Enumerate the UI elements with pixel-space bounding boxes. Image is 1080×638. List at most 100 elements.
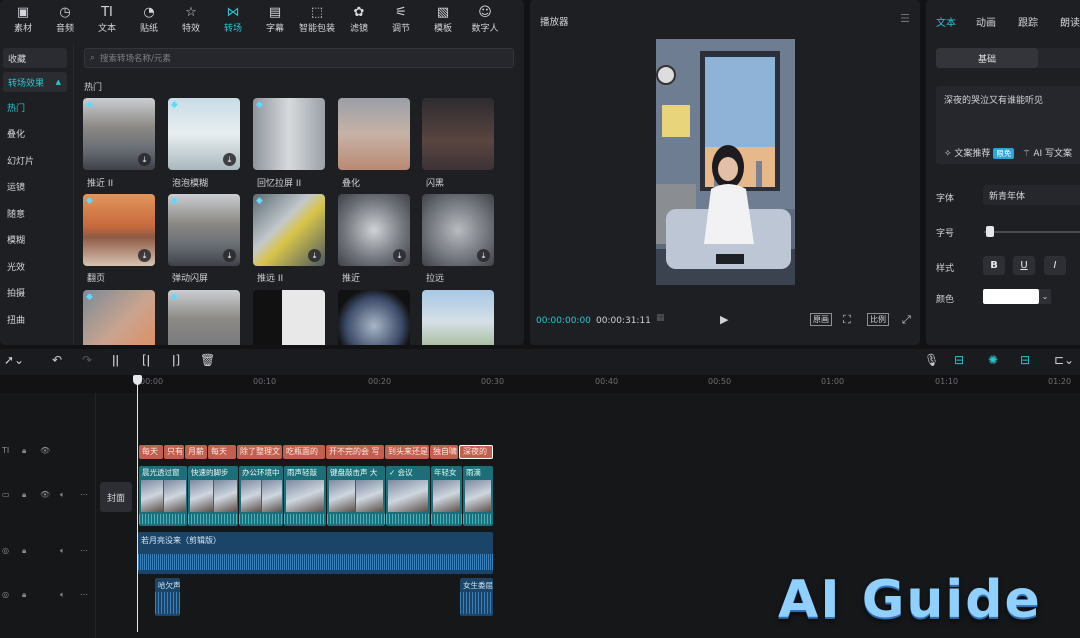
aspect-ratio-button[interactable]: 比例 bbox=[867, 313, 889, 326]
transition-card[interactable] bbox=[338, 290, 410, 345]
italic-button[interactable]: I bbox=[1044, 256, 1066, 275]
tab-text[interactable]: 文本 bbox=[936, 14, 956, 29]
playhead[interactable] bbox=[137, 377, 138, 632]
tab-secondary[interactable] bbox=[1038, 48, 1080, 68]
toolbar-item-digital-human[interactable]: ☺ 数字人 bbox=[464, 0, 506, 40]
speaker-icon[interactable]: 🔈︎ bbox=[60, 590, 65, 600]
size-slider-track[interactable] bbox=[984, 231, 1080, 233]
tab-tracking[interactable]: 跟踪 bbox=[1018, 14, 1038, 29]
grid-icon[interactable]: ▦ bbox=[656, 313, 665, 323]
toolbar-item-audio[interactable]: ◷ 音频 bbox=[44, 0, 86, 40]
transition-card[interactable]: ◆ ⤓ bbox=[168, 194, 240, 266]
sidebar-favorites[interactable]: 收藏 bbox=[3, 48, 67, 68]
transition-card[interactable]: ◆ ⤓ bbox=[83, 98, 155, 170]
download-icon[interactable]: ⤓ bbox=[393, 249, 406, 262]
search-input[interactable]: ⌕ 搜索转场名称/元素 bbox=[84, 48, 514, 68]
cover-button[interactable]: 封面 bbox=[100, 482, 132, 512]
undo-icon[interactable]: ↶ bbox=[52, 353, 62, 367]
fullscreen-icon[interactable]: ⤢ bbox=[902, 313, 911, 327]
sidebar-item-slideshow[interactable]: 幻灯片 bbox=[0, 147, 73, 174]
font-select[interactable]: 新青年体 bbox=[983, 185, 1080, 205]
playhead-handle[interactable] bbox=[133, 375, 142, 385]
original-quality-button[interactable]: 原画 bbox=[810, 313, 832, 326]
transition-card[interactable]: ◆ bbox=[83, 290, 155, 345]
video-clip[interactable]: ✓ 会议 bbox=[386, 466, 430, 526]
text-clip[interactable]: 到头来还是 bbox=[385, 445, 429, 459]
download-icon[interactable]: ⤓ bbox=[308, 249, 321, 262]
play-button[interactable]: ▶ bbox=[720, 313, 728, 326]
text-clip[interactable]: 除了整理文 bbox=[237, 445, 282, 459]
speaker-icon[interactable]: 🔈︎ bbox=[60, 546, 65, 556]
menu-icon[interactable]: ☰ bbox=[900, 12, 910, 25]
video-clip[interactable]: 晨光透过窗 bbox=[139, 466, 187, 526]
video-clip[interactable]: 办公环境中 bbox=[239, 466, 283, 526]
magnet-icon[interactable]: ✺ bbox=[988, 353, 998, 367]
text-clip[interactable]: 吃瓶面的 bbox=[283, 445, 325, 459]
download-icon[interactable]: ⤓ bbox=[138, 249, 151, 262]
video-clip[interactable]: 雨声轻敲 bbox=[284, 466, 326, 526]
transition-card[interactable]: ◆ ⤓ bbox=[253, 194, 325, 266]
select-tool-icon[interactable]: ➚⌄ bbox=[4, 353, 24, 367]
transition-card[interactable]: ⤓ bbox=[422, 194, 494, 266]
delete-icon[interactable]: 🗑 bbox=[200, 353, 215, 367]
toolbar-item-filter[interactable]: ✿ 滤镜 bbox=[338, 0, 380, 40]
sidebar-item-hot[interactable]: 热门 bbox=[0, 94, 73, 121]
toolbar-item-effects[interactable]: ☆ 特效 bbox=[170, 0, 212, 40]
linkage-icon[interactable]: ⊟ bbox=[1020, 353, 1030, 367]
sidebar-item-distort[interactable]: 扭曲 bbox=[0, 306, 73, 333]
sidebar-item-dissolve[interactable]: 叠化 bbox=[0, 121, 73, 148]
sidebar-item-blur[interactable]: 模糊 bbox=[0, 227, 73, 254]
lock-icon[interactable]: 🔒︎ bbox=[22, 446, 26, 456]
sidebar-section-transitions[interactable]: 转场效果 ▲ bbox=[3, 72, 67, 92]
text-content-input[interactable]: 深夜的哭泣又有谁能听见 ✧ 文案推荐 限免 ⚚ AI 写文案 bbox=[936, 86, 1080, 164]
lock-icon[interactable]: 🔒︎ bbox=[22, 546, 26, 556]
sfx-clip[interactable]: 哈欠声 bbox=[155, 578, 180, 616]
text-clip[interactable]: 每天 bbox=[139, 445, 163, 459]
underline-button[interactable]: U bbox=[1013, 256, 1035, 275]
download-icon[interactable]: ⤓ bbox=[477, 249, 490, 262]
transition-card[interactable] bbox=[253, 290, 325, 345]
toolbar-item-subtitle[interactable]: ▤ 字幕 bbox=[254, 0, 296, 40]
video-clip[interactable]: 快速的脚步 bbox=[188, 466, 238, 526]
transition-card[interactable] bbox=[422, 290, 494, 345]
sidebar-item-random[interactable]: 随意 bbox=[0, 200, 73, 227]
tab-animation[interactable]: 动画 bbox=[976, 14, 996, 29]
download-icon[interactable]: ⤓ bbox=[138, 153, 151, 166]
tab-basic[interactable]: 基础 bbox=[936, 48, 1038, 68]
microphone-icon[interactable]: 🎙 bbox=[924, 353, 939, 367]
toolbar-item-transition[interactable]: ⋈ 转场 bbox=[212, 0, 254, 40]
split-left-icon[interactable]: [ǀ bbox=[142, 353, 150, 367]
toolbar-item-template[interactable]: ▧ 模板 bbox=[422, 0, 464, 40]
time-ruler[interactable]: 00:00 00:10 00:20 00:30 00:40 00:50 01:0… bbox=[138, 375, 1080, 393]
transition-card[interactable]: ⤓ bbox=[338, 194, 410, 266]
bold-button[interactable]: B bbox=[983, 256, 1005, 275]
sidebar-item-shoot[interactable]: 拍摄 bbox=[0, 280, 73, 307]
more-icon[interactable]: ⋯ bbox=[80, 590, 88, 599]
transition-card[interactable]: ◆ ⤓ bbox=[83, 194, 155, 266]
sidebar-item-light[interactable]: 光效 bbox=[0, 253, 73, 280]
split-icon[interactable]: ǀǀ bbox=[112, 353, 119, 367]
transition-card[interactable]: ◆ bbox=[253, 98, 325, 170]
lock-icon[interactable]: 🔒︎ bbox=[22, 590, 26, 600]
sidebar-item-camera[interactable]: 运镜 bbox=[0, 174, 73, 201]
eye-icon[interactable]: 👁︎ bbox=[40, 490, 50, 499]
sfx-clip[interactable]: 女生委屈 bbox=[460, 578, 493, 616]
more-icon[interactable]: ⋯ bbox=[80, 490, 88, 499]
transition-card[interactable]: ◆ ⤓ bbox=[168, 98, 240, 170]
size-slider-handle[interactable] bbox=[986, 226, 994, 237]
text-clip[interactable]: 月薪 bbox=[185, 445, 207, 459]
toolbar-item-media[interactable]: ▣ 素材 bbox=[2, 0, 44, 40]
toolbar-item-adjust[interactable]: ⚟ 调节 bbox=[380, 0, 422, 40]
text-color-swatch[interactable] bbox=[983, 289, 1039, 304]
download-icon[interactable]: ⤓ bbox=[223, 153, 236, 166]
video-clip[interactable]: 年轻女 bbox=[431, 466, 462, 526]
video-clip[interactable]: 雨滴 bbox=[463, 466, 493, 526]
screenshot-icon[interactable]: ⛶ bbox=[843, 313, 851, 327]
music-clip[interactable]: 若月亮没来（剪辑版） bbox=[138, 532, 493, 574]
text-clip[interactable]: 每天 bbox=[208, 445, 236, 459]
copy-recommend-button[interactable]: ✧ 文案推荐 限免 ⚚ AI 写文案 bbox=[944, 146, 1072, 159]
video-clip[interactable]: 键盘敲击声 大 bbox=[327, 466, 385, 526]
text-clip[interactable]: 独自啸 bbox=[430, 445, 458, 459]
toolbar-item-text[interactable]: TI 文本 bbox=[86, 0, 128, 40]
download-icon[interactable]: ⤓ bbox=[223, 249, 236, 262]
